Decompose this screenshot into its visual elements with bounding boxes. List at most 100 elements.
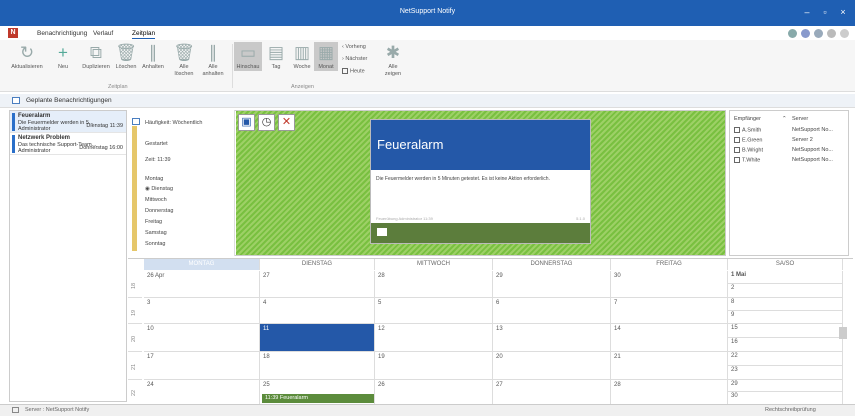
calendar-weekend-cell[interactable]: 8 xyxy=(728,298,843,311)
maximize-button[interactable]: ▫ xyxy=(818,6,832,18)
calendar-weekend-cell[interactable]: 2 xyxy=(728,284,843,298)
calendar-day-cell[interactable]: 13 xyxy=(493,324,611,352)
recipient-checkbox[interactable] xyxy=(734,137,740,143)
calendar-day-cell[interactable]: 27 xyxy=(260,271,375,298)
settings-icon[interactable] xyxy=(814,29,823,38)
ribbon: ↻ Aktualisieren + Neu ⧉ Duplizieren 🗑 Lösche… xyxy=(0,40,855,92)
recipient-row[interactable]: T.White NetSupport No... xyxy=(734,157,846,163)
list-item-color-bar xyxy=(12,135,15,153)
list-item[interactable]: Feueralarm Die Feuermelder werden in 5..… xyxy=(10,111,126,133)
calendar-weekend-cell[interactable]: 16 xyxy=(728,338,843,352)
calendar-day-cell[interactable]: 20 xyxy=(493,352,611,380)
calendar-day-cell[interactable]: 17 xyxy=(144,352,260,380)
prev-button[interactable]: ‹ Vorheng xyxy=(342,44,366,50)
minimize-button[interactable]: ‒ xyxy=(800,6,814,18)
close-preview-icon[interactable]: ✕ xyxy=(278,114,295,131)
calendar-day-number: 28 xyxy=(378,273,385,279)
list-item[interactable]: Netzwerk Problem Das technische Support-… xyxy=(10,133,126,155)
calendar-weekend-cell[interactable]: 29 xyxy=(728,380,843,392)
recipient-checkbox[interactable] xyxy=(734,147,740,153)
calendar-weekend-cell[interactable]: 22 xyxy=(728,352,843,366)
about-icon[interactable] xyxy=(840,29,849,38)
duplicate-icon: ⧉ xyxy=(89,42,103,62)
preview-button[interactable]: ▭ Hinschau xyxy=(234,42,262,71)
scrollbar-thumb[interactable] xyxy=(839,327,847,339)
pause-all-icon: ∥ xyxy=(208,42,218,62)
day-header-friday: FREITAG xyxy=(611,259,728,270)
calendar-day-cell[interactable]: 28 xyxy=(375,271,493,298)
clock-icon[interactable]: ◷ xyxy=(258,114,275,131)
day-view-button[interactable]: ▤ Tag xyxy=(264,42,288,71)
calendar-day-number: 30 xyxy=(731,393,738,399)
calendar-day-cell[interactable]: 14 xyxy=(611,324,728,352)
schedule-details: Häufigkeit: Wöchentlich Gestartet Zeit: … xyxy=(128,110,235,256)
close-button[interactable]: × xyxy=(836,6,850,18)
calendar-day-cell[interactable]: 7 xyxy=(611,298,728,324)
recipient-checkbox[interactable] xyxy=(734,157,740,163)
calendar-day-cell[interactable]: 19 xyxy=(375,352,493,380)
recipient-row[interactable]: E.Green Server 2 xyxy=(734,137,846,143)
calendar-day-number: 13 xyxy=(496,326,503,332)
calendar-weekend-cell[interactable]: 9 xyxy=(728,311,843,324)
month-icon: ▦ xyxy=(317,42,335,62)
menu-verlauf[interactable]: Verlauf xyxy=(93,30,113,37)
calendar-weekend-cell[interactable]: 1 Mai xyxy=(728,271,843,284)
scheduled-header: Geplante Benachrichtigungen xyxy=(0,94,855,108)
week-view-button[interactable]: ▥ Woche xyxy=(290,42,314,71)
calendar-event[interactable]: 11:39 Feueralarm xyxy=(262,394,374,403)
week-number: 19 xyxy=(128,298,142,324)
time-label: Zeit: 11:39 xyxy=(145,157,171,163)
recipients-panel: Empfänger ⌃ Server A.Smith NetSupport No...… xyxy=(729,110,849,256)
menu-benachrichtigung[interactable]: Benachrichtigung xyxy=(37,30,87,37)
calendar-day-number: 27 xyxy=(496,382,503,388)
calendar-day-cell[interactable]: 30 xyxy=(611,271,728,298)
calendar-day-cell[interactable]: 6 xyxy=(493,298,611,324)
refresh-button[interactable]: ↻ Aktualisieren xyxy=(8,42,46,71)
calendar-day-number: 24 xyxy=(147,382,154,388)
calendar-day-cell[interactable]: 10 xyxy=(144,324,260,352)
calendar-day-number: 25 xyxy=(263,382,270,388)
calendar-day-cell[interactable]: 28 xyxy=(611,380,728,405)
calendar-day-cell[interactable]: 26 Apr xyxy=(144,271,260,298)
calendar-day-cell[interactable]: 29 xyxy=(493,271,611,298)
calendar-day-number: 1 Mai xyxy=(731,272,747,278)
calendar-day-cell[interactable]: 18 xyxy=(260,352,375,380)
show-all-button[interactable]: ✱ Alle zeigen xyxy=(382,42,404,78)
asterisk-icon: ✱ xyxy=(385,42,401,62)
calendar-day-cell[interactable]: 21 xyxy=(611,352,728,380)
new-button[interactable]: + Neu xyxy=(53,42,73,71)
title-bar: NetSupport Notify ‒ ▫ × xyxy=(0,0,855,26)
menu-zeitplan[interactable]: Zeitplan xyxy=(132,30,156,39)
calendar-day-number: 30 xyxy=(614,273,621,279)
recipient-row[interactable]: A.Smith NetSupport No... xyxy=(734,127,846,133)
calendar-weekend-cell[interactable]: 15 xyxy=(728,324,843,338)
today-button[interactable]: Heute xyxy=(342,68,365,74)
calendar-day-cell[interactable]: 27 xyxy=(493,380,611,405)
info-icon[interactable] xyxy=(827,29,836,38)
duplicate-button[interactable]: ⧉ Duplizieren xyxy=(78,42,114,71)
calendar-day-cell[interactable]: 3 xyxy=(144,298,260,324)
month-view-button[interactable]: ▦ Monat xyxy=(314,42,338,71)
preview-message-icon[interactable]: ▣ xyxy=(238,114,255,131)
sort-icon[interactable]: ⌃ xyxy=(782,116,787,122)
calendar-day-cell[interactable]: 5 xyxy=(375,298,493,324)
calendar-day-cell[interactable]: 4 xyxy=(260,298,375,324)
delete-button[interactable]: 🗑 Löschen xyxy=(115,42,137,71)
status-spelling[interactable]: Rechtschreibprüfung xyxy=(765,407,816,413)
stop-button[interactable]: ∥ Anhalten xyxy=(140,42,166,71)
globe-icon[interactable] xyxy=(801,29,810,38)
next-button[interactable]: › Nächster xyxy=(342,56,367,62)
menu-bar: N Benachrichtigung Verlauf Zeitplan xyxy=(0,26,855,40)
calendar-day-cell[interactable]: 11 xyxy=(260,324,375,352)
help-icon[interactable] xyxy=(788,29,797,38)
calendar-day-cell[interactable]: 12 xyxy=(375,324,493,352)
calendar-day-cell[interactable]: 26 xyxy=(375,380,493,405)
calendar-day-number: 26 xyxy=(378,382,385,388)
calendar-day-cell[interactable]: 24 xyxy=(144,380,260,405)
stop-all-button[interactable]: ∥ Alle anhalten xyxy=(198,42,228,78)
recipient-row[interactable]: B.Wright NetSupport No... xyxy=(734,147,846,153)
server-header: Server xyxy=(792,116,809,122)
recipient-checkbox[interactable] xyxy=(734,127,740,133)
calendar-weekend-cell[interactable]: 23 xyxy=(728,366,843,380)
delete-all-button[interactable]: 🗑 Alle löschen xyxy=(170,42,198,78)
